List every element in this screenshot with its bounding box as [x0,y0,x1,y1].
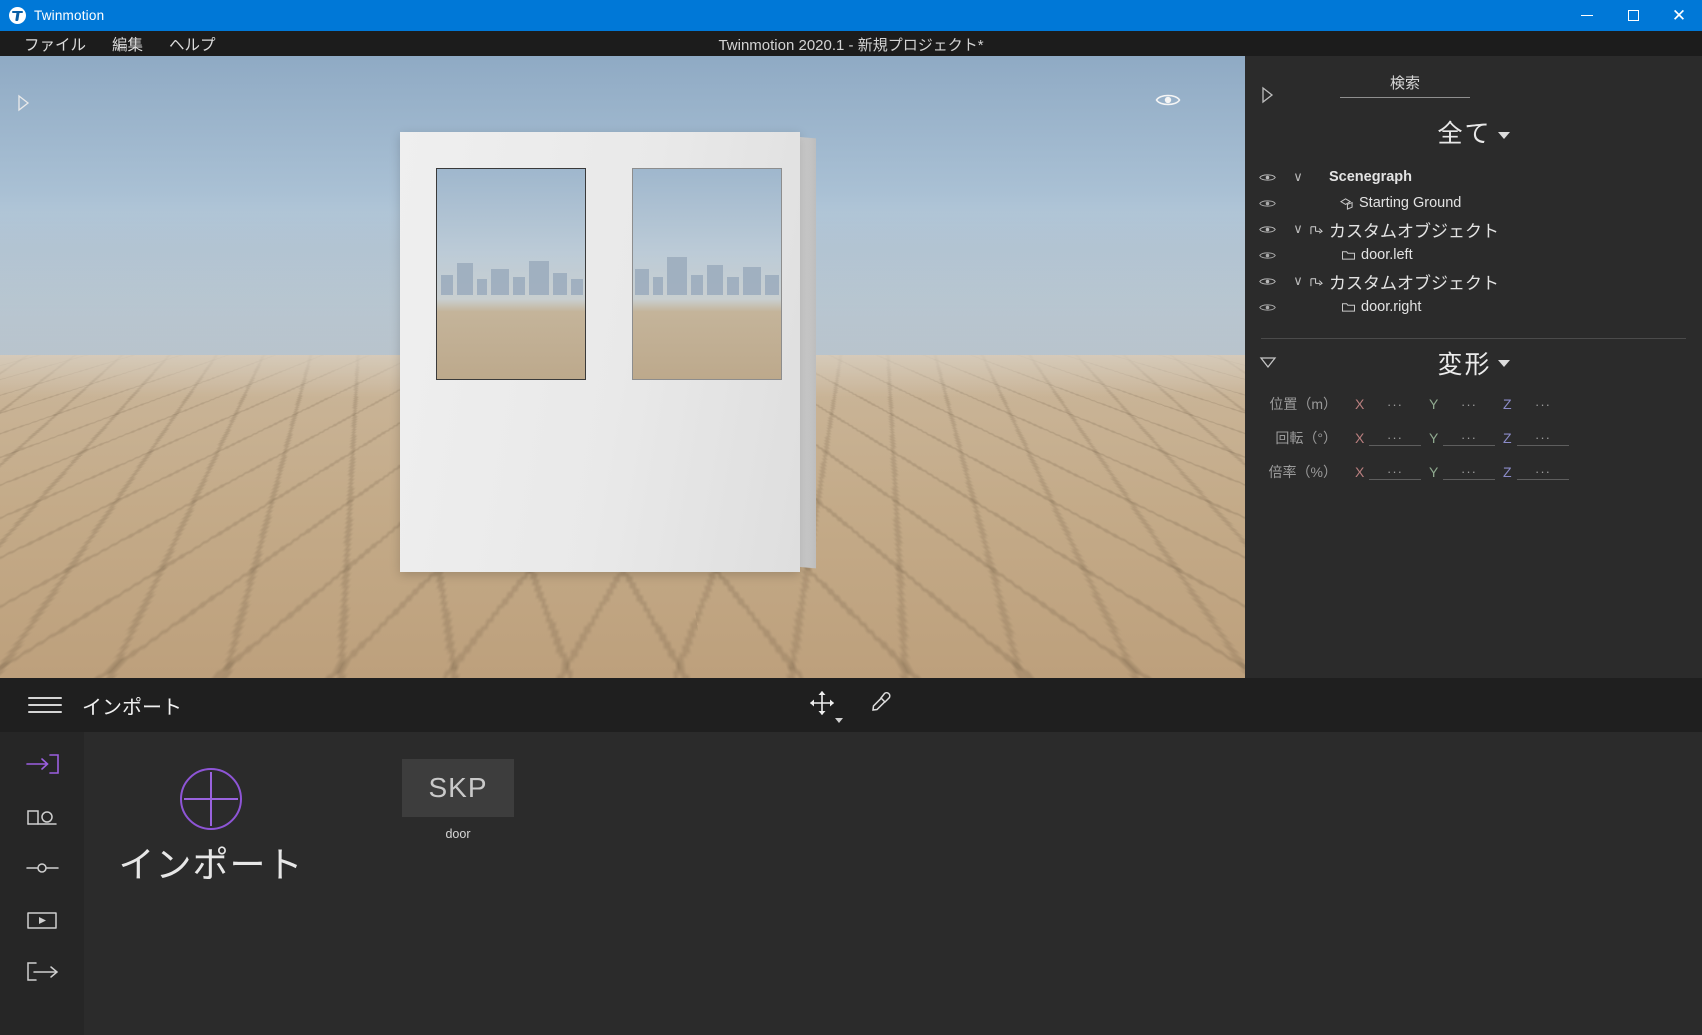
window-titlebar: Twinmotion ✕ [0,0,1702,31]
chevron-expand-icon[interactable]: ∨ [1287,221,1309,237]
tree-row-scenegraph[interactable]: ∨ Scenegraph [1245,164,1702,190]
transform-section-header[interactable]: 変形 [1245,339,1702,387]
transform-row-label: 回転（°） [1275,430,1337,446]
import-tile[interactable]: インポート [100,768,322,888]
chevron-down-icon[interactable] [1497,359,1510,367]
chevron-expand-icon[interactable]: ∨ [1287,273,1309,289]
tree-item-label: Scenegraph [1329,169,1412,185]
right-panel: 検索 全て ∨ Scenegraph Starting Ground ∨ カスタ… [1245,56,1702,678]
plus-circle-icon[interactable] [180,768,242,830]
axis-y-label: Y [1429,430,1439,446]
axis-x-label: X [1355,464,1365,480]
search-underline [1340,97,1470,98]
axis-y-label: Y [1429,464,1439,480]
viewport-3d[interactable] [0,56,1245,678]
tree-item-label: カスタムオブジェクト [1329,221,1499,241]
import-tile-label: インポート [118,844,304,885]
transform-collapse-icon[interactable] [1259,355,1277,374]
position-z-input[interactable]: ··· [1517,397,1569,412]
asset-name-label: door [445,827,471,841]
door-side-face [800,137,816,569]
axis-y-label: Y [1429,396,1439,412]
rail-item-export[interactable] [0,952,84,992]
axis-x-label: X [1355,430,1365,446]
rail-item-measure[interactable] [0,796,84,836]
eye-icon[interactable] [1259,302,1287,313]
scale-x-input[interactable]: ··· [1369,464,1421,480]
eye-icon[interactable] [1259,250,1287,261]
viewport-tools [0,689,1702,723]
chevron-down-icon [1497,131,1510,139]
rail-item-media[interactable] [0,900,84,940]
axis-z-label: Z [1503,430,1512,446]
minimize-button[interactable] [1564,0,1610,31]
transform-row-position: 位置（m） X ··· Y ··· Z ··· [1245,387,1702,421]
transform-row-rotation: 回転（°） X ··· Y ··· Z ··· [1245,421,1702,455]
asset-item-door[interactable]: SKP door [402,759,514,841]
tree-row-starting-ground[interactable]: Starting Ground [1245,190,1702,216]
rotation-x-input[interactable]: ··· [1369,430,1421,446]
axis-z-label: Z [1503,464,1512,480]
rail-item-import[interactable] [0,744,84,784]
chevron-expand-icon[interactable]: ∨ [1287,169,1309,185]
tree-row-door-right[interactable]: door.right [1245,294,1702,320]
viewport-visibility-eye-icon[interactable] [1155,91,1181,114]
tree-item-label: door.left [1361,247,1413,263]
transform-title: 変形 [1437,351,1492,379]
eye-icon[interactable] [1259,198,1287,209]
chevron-down-icon[interactable] [835,717,843,723]
eye-icon[interactable] [1259,224,1287,235]
custom-object-icon [1309,275,1329,288]
axis-x-label: X [1355,396,1365,412]
search-input[interactable]: 検索 [1340,72,1470,97]
close-button[interactable]: ✕ [1656,0,1702,31]
transform-row-label: 位置（m） [1269,396,1337,412]
door-model[interactable] [400,132,820,572]
transform-row-scale: 倍率（%） X ··· Y ··· Z ··· [1245,455,1702,489]
asset-type-label: SKP [428,772,488,803]
twinmotion-window: Twinmotion ✕ ファイル 編集 ヘルプ Twinmotion 2020… [0,0,1702,1035]
eye-icon[interactable] [1259,172,1287,183]
viewport-left-panel-toggle-icon[interactable] [15,94,31,117]
position-y-input[interactable]: ··· [1443,397,1495,412]
rail-item-slider[interactable] [0,848,84,888]
rotation-z-input[interactable]: ··· [1517,430,1569,446]
folder-icon [1341,301,1361,313]
tree-row-custom-object-2[interactable]: ∨ カスタムオブジェクト [1245,268,1702,294]
eyedropper-tool-icon[interactable] [868,689,894,722]
asset-thumbnail[interactable]: SKP [402,759,514,817]
door-glass-left [436,168,586,380]
scenegraph-tree: ∨ Scenegraph Starting Ground ∨ カスタムオブジェク… [1245,164,1702,320]
door-glass-right [632,168,782,380]
tree-item-label: Starting Ground [1359,195,1462,211]
tree-row-door-left[interactable]: door.left [1245,242,1702,268]
library-panel: インポート SKP door [0,732,1702,1035]
bottom-toolbar: インポート [0,678,1702,732]
twinmotion-logo-icon [9,7,26,24]
tree-item-label: カスタムオブジェクト [1329,273,1499,293]
position-x-input[interactable]: ··· [1369,397,1421,412]
library-left-rail [0,732,84,1035]
tree-item-label: door.right [1361,299,1422,315]
app-name-label: Twinmotion [34,8,105,23]
right-panel-collapse-icon[interactable] [1259,86,1275,109]
eye-icon[interactable] [1259,276,1287,287]
library-grid: インポート SKP door [84,732,1702,1035]
scale-z-input[interactable]: ··· [1517,464,1569,480]
maximize-button[interactable] [1610,0,1656,31]
axis-z-label: Z [1503,396,1512,412]
filter-label: 全て [1437,120,1492,148]
scale-y-input[interactable]: ··· [1443,464,1495,480]
window-controls: ✕ [1564,0,1702,31]
filter-dropdown[interactable]: 全て [1245,106,1702,150]
move-gizmo-tool-icon[interactable] [808,689,843,723]
ground-icon [1339,197,1359,210]
search-field-wrap[interactable]: 検索 [1340,72,1470,98]
custom-object-icon [1309,223,1329,236]
folder-icon [1341,249,1361,261]
transform-row-label: 倍率（%） [1268,464,1337,480]
search-row: 検索 [1245,56,1702,106]
tree-row-custom-object-1[interactable]: ∨ カスタムオブジェクト [1245,216,1702,242]
rotation-y-input[interactable]: ··· [1443,430,1495,446]
